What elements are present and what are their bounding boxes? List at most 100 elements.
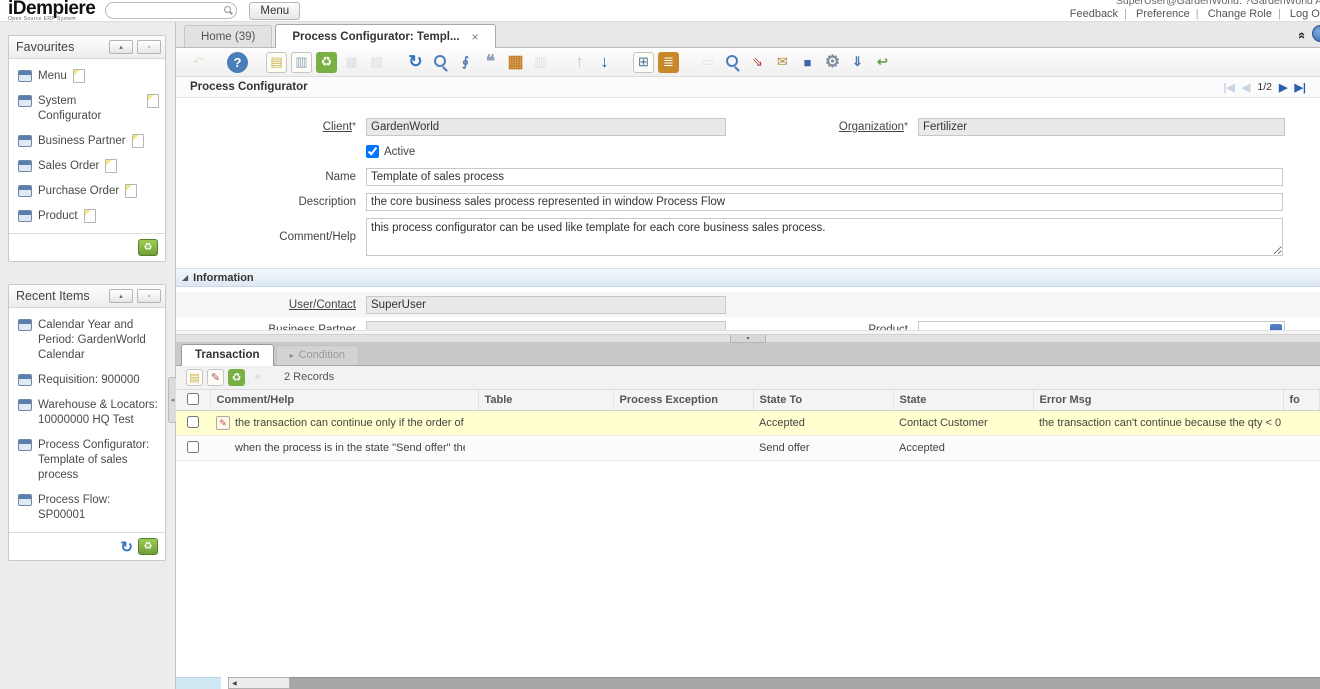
grid-toggle-icon[interactable]: ▦ xyxy=(505,52,526,73)
recent-item-requisition[interactable]: Requisition: 900000 xyxy=(9,368,165,393)
new-record-icon[interactable] xyxy=(125,184,137,198)
favourite-item-business-partner[interactable]: Business Partner xyxy=(9,129,165,154)
favourite-item-system-configurator[interactable]: System Configurator xyxy=(9,89,165,129)
feedback-link[interactable]: Feedback xyxy=(1070,8,1118,20)
scrollbar-thumb[interactable]: ◀ xyxy=(228,677,290,689)
tab-home[interactable]: Home (39) xyxy=(184,25,272,47)
client-label-text[interactable]: Client xyxy=(323,121,352,133)
workflow-icon[interactable]: ⇘ xyxy=(747,52,768,73)
maximize-panel-icon[interactable]: ▫ xyxy=(137,289,161,303)
attachment-icon[interactable]: ∮ xyxy=(455,52,476,73)
copy-record-icon[interactable]: ▥ xyxy=(291,52,312,73)
zoom-across-icon[interactable] xyxy=(722,52,743,73)
recent-item-calendar[interactable]: Calendar Year and Period: GardenWorld Ca… xyxy=(9,313,165,368)
col-error-msg[interactable]: Error Msg xyxy=(1033,390,1283,411)
process-icon[interactable]: ⚙ xyxy=(822,52,843,73)
edit-row-icon[interactable]: ✎ xyxy=(216,416,230,430)
end-icon[interactable]: ↩ xyxy=(872,52,893,73)
user-contact-label[interactable]: User/Contact xyxy=(176,299,366,311)
preference-link[interactable]: Preference xyxy=(1136,8,1190,20)
col-comment-help[interactable]: Comment/Help xyxy=(210,390,478,411)
tab-transaction[interactable]: Transaction xyxy=(181,344,274,366)
find-icon[interactable] xyxy=(430,52,451,73)
col-process-exception[interactable]: Process Exception xyxy=(613,390,753,411)
refresh-icon[interactable]: ↻ xyxy=(120,538,133,556)
client-field[interactable] xyxy=(366,118,726,136)
col-state[interactable]: State xyxy=(893,390,1033,411)
row-checkbox[interactable] xyxy=(187,441,199,453)
table-row[interactable]: when the process is in the state "Send o… xyxy=(176,436,1320,461)
requery-icon[interactable]: ↻ xyxy=(405,52,426,73)
client-label[interactable]: Client* xyxy=(176,121,366,133)
col-truncated[interactable]: fo xyxy=(1283,390,1320,411)
organization-label[interactable]: Organization* xyxy=(748,121,918,133)
recent-item-process-configurator[interactable]: Process Configurator: Template of sales … xyxy=(9,433,165,488)
description-label: Description xyxy=(176,196,366,208)
last-record-icon[interactable]: ▶| xyxy=(1294,81,1306,94)
favourite-item-purchase-order[interactable]: Purchase Order xyxy=(9,179,165,204)
organization-label-text[interactable]: Organization xyxy=(839,121,904,133)
new-record-icon[interactable] xyxy=(105,159,117,173)
clear-recent-bin-icon[interactable]: ♻ xyxy=(138,538,158,555)
report-icon[interactable]: ⊞ xyxy=(633,52,654,73)
tab-condition[interactable]: ▸ Condition xyxy=(276,345,360,365)
close-tab-icon[interactable]: × xyxy=(472,30,479,44)
search-icon[interactable] xyxy=(224,6,231,13)
favourite-item-menu[interactable]: Menu xyxy=(9,64,165,89)
menu-button[interactable]: Menu xyxy=(249,2,300,20)
favourite-item-product[interactable]: Product xyxy=(9,204,165,229)
col-state-to[interactable]: State To xyxy=(753,390,893,411)
description-field[interactable] xyxy=(366,193,1283,211)
global-help-icon[interactable] xyxy=(1312,25,1320,42)
tab-process-configurator[interactable]: Process Configurator: Templ... × xyxy=(275,24,495,48)
business-partner-field[interactable] xyxy=(366,321,726,330)
change-role-link[interactable]: Change Role xyxy=(1208,8,1272,20)
detail-tab-strip: Transaction ▸ Condition xyxy=(176,343,1320,366)
recent-item-process-flow[interactable]: Process Flow: SP00001 xyxy=(9,488,165,528)
col-table[interactable]: Table xyxy=(478,390,613,411)
collapse-panel-icon[interactable]: ▴ xyxy=(109,40,133,54)
new-record-icon[interactable] xyxy=(147,94,159,108)
maximize-panel-icon[interactable]: ▫ xyxy=(137,40,161,54)
name-field[interactable] xyxy=(366,168,1283,186)
chat-icon[interactable]: ❝ xyxy=(480,52,501,73)
delete-record-icon[interactable]: ♻ xyxy=(316,52,337,73)
archive-icon[interactable]: ≣ xyxy=(658,52,679,73)
organization-field[interactable] xyxy=(918,118,1285,136)
customize-grid-icon[interactable]: ✎ xyxy=(207,369,224,386)
select-all-checkbox[interactable] xyxy=(187,393,199,405)
product-info-icon[interactable]: ■ xyxy=(797,52,818,73)
export-icon[interactable]: ⇓ xyxy=(847,52,868,73)
favourite-item-sales-order[interactable]: Sales Order xyxy=(9,154,165,179)
active-checkbox[interactable] xyxy=(366,145,379,158)
recent-item-warehouse[interactable]: Warehouse & Locators: 10000000 HQ Test xyxy=(9,393,165,433)
new-record-icon[interactable]: ▤ xyxy=(266,52,287,73)
remove-favourite-bin-icon[interactable]: ♻ xyxy=(138,239,158,256)
delete-row-icon[interactable]: ♻ xyxy=(228,369,245,386)
new-record-icon[interactable] xyxy=(73,69,85,83)
next-record-icon[interactable]: ▶ xyxy=(1279,81,1287,94)
table-row[interactable]: ✎the transaction can continue only if th… xyxy=(176,411,1320,436)
product-lookup-icon[interactable] xyxy=(1270,324,1282,330)
requests-icon[interactable]: ✉ xyxy=(772,52,793,73)
product-field[interactable] xyxy=(918,321,1285,330)
user-contact-field[interactable] xyxy=(366,296,726,314)
comment-help-field[interactable]: this process configurator can be used li… xyxy=(366,218,1283,256)
new-record-icon[interactable] xyxy=(132,134,144,148)
collapse-header-icon[interactable]: « xyxy=(1295,32,1310,39)
row-checkbox[interactable] xyxy=(187,416,199,428)
scrollbar-track[interactable] xyxy=(290,677,1320,689)
help-icon[interactable]: ? xyxy=(227,52,248,73)
sidebar-collapse-handle[interactable]: ◂ xyxy=(168,377,176,423)
detail-record-icon[interactable]: ↓ xyxy=(594,52,615,73)
log-out-link[interactable]: Log Out xyxy=(1290,8,1320,20)
collapse-panel-icon[interactable]: ▴ xyxy=(109,289,133,303)
scroll-left-icon[interactable]: ◀ xyxy=(232,680,237,687)
section-information[interactable]: ◢ Information xyxy=(176,268,1320,287)
new-row-icon[interactable]: ▤ xyxy=(186,369,203,386)
search-input[interactable] xyxy=(105,2,237,19)
splitter-collapse-icon[interactable]: ▾ xyxy=(730,335,766,343)
new-record-icon[interactable] xyxy=(84,209,96,223)
splitter-bar[interactable]: ▾ xyxy=(176,334,1320,343)
favourites-title: Favourites xyxy=(16,40,105,54)
